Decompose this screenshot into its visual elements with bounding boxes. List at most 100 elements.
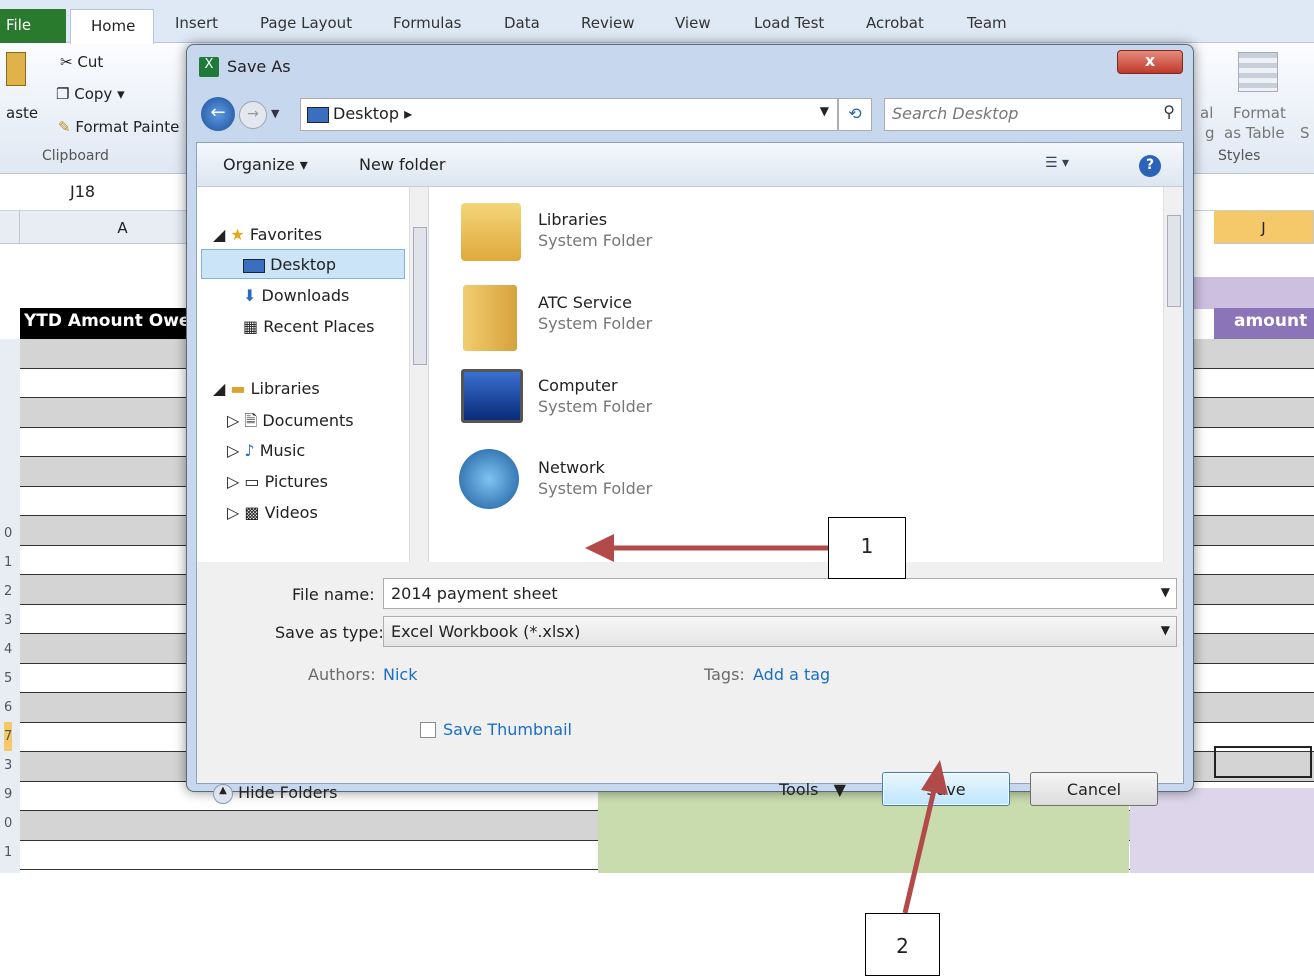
back-button[interactable]: ← [201,97,235,131]
format-as-table-label-1[interactable]: Format [1233,104,1286,122]
save-type-dropdown-icon[interactable]: ▼ [1161,623,1170,637]
column-header-j[interactable]: J [1214,211,1314,244]
star-icon: ★ [230,225,245,244]
row-number: 1 [4,555,13,570]
paste-icon[interactable] [6,52,26,86]
copy-label: Copy [74,85,113,103]
monitor-icon [243,258,265,273]
favorites-node[interactable]: ◢ ★ Favorites [213,225,322,244]
format-as-table-label-2[interactable]: as Table [1224,124,1285,142]
save-button[interactable]: Save [882,772,1010,806]
videos-label: Videos [264,503,318,522]
nav-scrollbar[interactable] [409,187,428,562]
tags-label: Tags: [704,665,745,684]
organize-button[interactable]: Organize ▾ [223,155,308,174]
forward-button[interactable]: → [239,101,267,129]
tab-formulas[interactable]: Formulas [393,14,461,32]
nav-scrollbar-thumb[interactable] [413,227,427,365]
ribbon-tab-bar: File Home Insert Page Layout Formulas Da… [0,0,1314,44]
item-type: System Folder [538,479,653,498]
chevron-up-icon: ▲ [213,783,233,804]
hide-folders-button[interactable]: ▲ Hide Folders [213,783,337,804]
search-icon[interactable]: ⚲ [1163,102,1175,121]
dialog-title: Save As [227,57,291,76]
libraries-node[interactable]: ◢ ▬ Libraries [213,379,320,398]
callout-1: 1 [828,517,906,579]
copy-button[interactable]: ❐ Copy ▾ [56,85,125,103]
address-bar[interactable]: Desktop ▸ ▼ [300,98,838,131]
tab-insert[interactable]: Insert [175,14,218,32]
format-painter-button[interactable]: ✎ Format Painte [58,118,179,136]
paste-button[interactable]: aste [6,104,38,122]
documents-nav-item[interactable]: ▷ 🗎 Documents [227,410,354,437]
cut-button[interactable]: ✂ Cut [60,53,103,71]
search-input[interactable]: Search Desktop ⚲ [884,98,1182,131]
search-placeholder: Search Desktop [892,104,1019,123]
recent-places-nav-item[interactable]: ▦ Recent Places [243,317,374,336]
tab-data[interactable]: Data [504,14,540,32]
name-box[interactable]: J18 [70,182,95,201]
save-thumbnail-label[interactable]: Save Thumbnail [443,720,572,739]
documents-label: Documents [262,411,354,430]
styles-group-label: Styles [1218,148,1261,164]
save-type-label: Save as type: [275,623,384,642]
amount-header[interactable]: amount [1214,308,1314,339]
favorites-label: Favorites [249,225,323,244]
file-name-label: File name: [292,585,375,604]
list-scrollbar-thumb[interactable] [1167,215,1181,307]
refresh-button[interactable]: ⟲ [838,98,872,131]
tags-value[interactable]: Add a tag [753,665,830,684]
row-number: 5 [4,671,13,686]
item-name: ATC Service [538,293,632,312]
organize-label: Organize [223,155,295,174]
list-item[interactable]: Computer System Folder [538,376,652,416]
list-scrollbar[interactable] [1163,187,1183,562]
tab-acrobat[interactable]: Acrobat [866,14,924,32]
new-folder-button[interactable]: New folder [359,155,445,174]
ytd-amount-header[interactable]: YTD Amount Owe [20,308,190,339]
save-thumbnail-checkbox[interactable] [420,722,436,738]
libraries-folder-icon [461,203,521,261]
authors-value[interactable]: Nick [383,665,417,684]
corner-cell[interactable] [0,211,20,244]
downloads-nav-item[interactable]: ⬇ Downloads [243,286,349,305]
network-icon [459,449,519,509]
selected-cell-j18[interactable] [1214,746,1312,778]
computer-icon [461,369,523,423]
row-number: 2 [4,584,13,599]
music-label: Music [259,441,306,460]
help-icon[interactable]: ? [1139,155,1161,177]
close-button[interactable]: x [1117,50,1183,74]
music-nav-item[interactable]: ▷ ♪ Music [227,441,305,460]
tab-file[interactable]: File [0,9,66,43]
music-icon: ♪ [244,441,255,460]
tab-home[interactable]: Home [70,9,154,44]
recent-places-icon: ▦ [243,317,259,336]
file-name-dropdown-icon[interactable]: ▼ [1161,585,1170,599]
save-type-select[interactable]: Excel Workbook (*.xlsx) ▼ [383,616,1177,647]
document-icon: 🗎 [244,411,258,430]
list-item[interactable]: Libraries System Folder [538,210,652,250]
scissors-icon: ✂ [60,53,73,71]
view-options-icon[interactable]: ☰ ▾ [1045,155,1069,171]
tab-load-test[interactable]: Load Test [754,14,824,32]
tab-view[interactable]: View [675,14,711,32]
row-number: 9 [4,787,13,802]
cancel-button[interactable]: Cancel [1030,772,1158,806]
libraries-label: Libraries [250,379,320,398]
format-as-table-icon[interactable] [1238,52,1278,92]
tab-review[interactable]: Review [581,14,635,32]
tab-team[interactable]: Team [967,14,1007,32]
history-dropdown-icon[interactable]: ▼ [271,107,279,120]
dialog-toolbar: Organize ▾ New folder ☰ ▾ ? [197,143,1183,187]
tools-button[interactable]: Tools ▼ [779,780,846,799]
item-name: Libraries [538,210,608,229]
videos-nav-item[interactable]: ▷ ▩ Videos [227,503,318,522]
address-dropdown-icon[interactable]: ▼ [820,104,829,118]
pictures-nav-item[interactable]: ▷ ▭ Pictures [227,472,328,491]
tab-page-layout[interactable]: Page Layout [260,14,352,32]
desktop-nav-item[interactable]: Desktop [243,255,336,274]
file-name-input[interactable]: 2014 payment sheet ▼ [383,578,1177,609]
list-item[interactable]: Network System Folder [538,458,652,498]
list-item[interactable]: ATC Service System Folder [538,293,652,333]
